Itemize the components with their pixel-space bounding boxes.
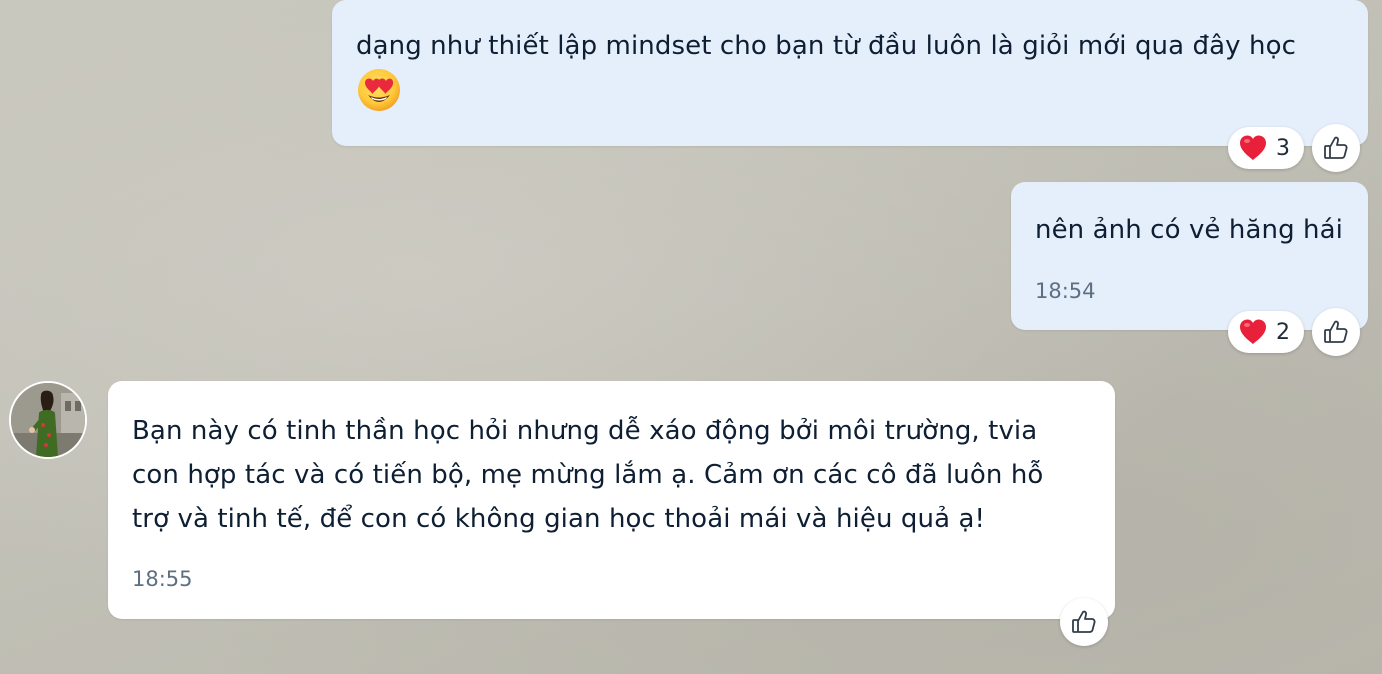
message-text: Bạn này có tinh thần học hỏi nhưng dễ xá… — [132, 409, 1043, 541]
message-text-content: dạng như thiết lập mindset cho bạn từ đầ… — [356, 31, 1297, 61]
message-line: trợ và tinh tế, để con có không gian học… — [132, 504, 986, 534]
heart-icon — [1238, 134, 1268, 162]
avatar[interactable] — [9, 381, 87, 459]
message-bubble-received[interactable]: Bạn này có tinh thần học hỏi nhưng dễ xá… — [108, 381, 1115, 619]
like-button[interactable] — [1312, 308, 1360, 356]
message-text: dạng như thiết lập mindset cho bạn từ đầ… — [356, 24, 1356, 68]
reaction-count: 3 — [1276, 135, 1290, 161]
reaction-count: 2 — [1276, 319, 1290, 345]
message-text: nên ảnh có vẻ hăng hái — [1035, 215, 1343, 245]
reaction-pill[interactable]: 2 — [1228, 311, 1304, 353]
heart-icon — [1238, 318, 1268, 346]
message-time: 18:55 — [132, 567, 193, 591]
message-bubble-sent[interactable]: nên ảnh có vẻ hăng hái 18:54 — [1011, 182, 1368, 330]
like-button[interactable] — [1060, 598, 1108, 646]
reaction-pill[interactable]: 3 — [1228, 127, 1304, 169]
thumbs-up-icon — [1070, 608, 1098, 636]
heart-eyes-emoji — [356, 67, 402, 113]
message-bubble-sent[interactable]: dạng như thiết lập mindset cho bạn từ đầ… — [332, 0, 1368, 146]
thumbs-up-icon — [1322, 318, 1350, 346]
message-time: 18:54 — [1035, 279, 1096, 303]
thumbs-up-icon — [1322, 134, 1350, 162]
like-button[interactable] — [1312, 124, 1360, 172]
message-line: Bạn này có tinh thần học hỏi nhưng dễ xá… — [132, 416, 1038, 446]
message-line: con hợp tác và có tiến bộ, mẹ mừng lắm ạ… — [132, 460, 1044, 490]
